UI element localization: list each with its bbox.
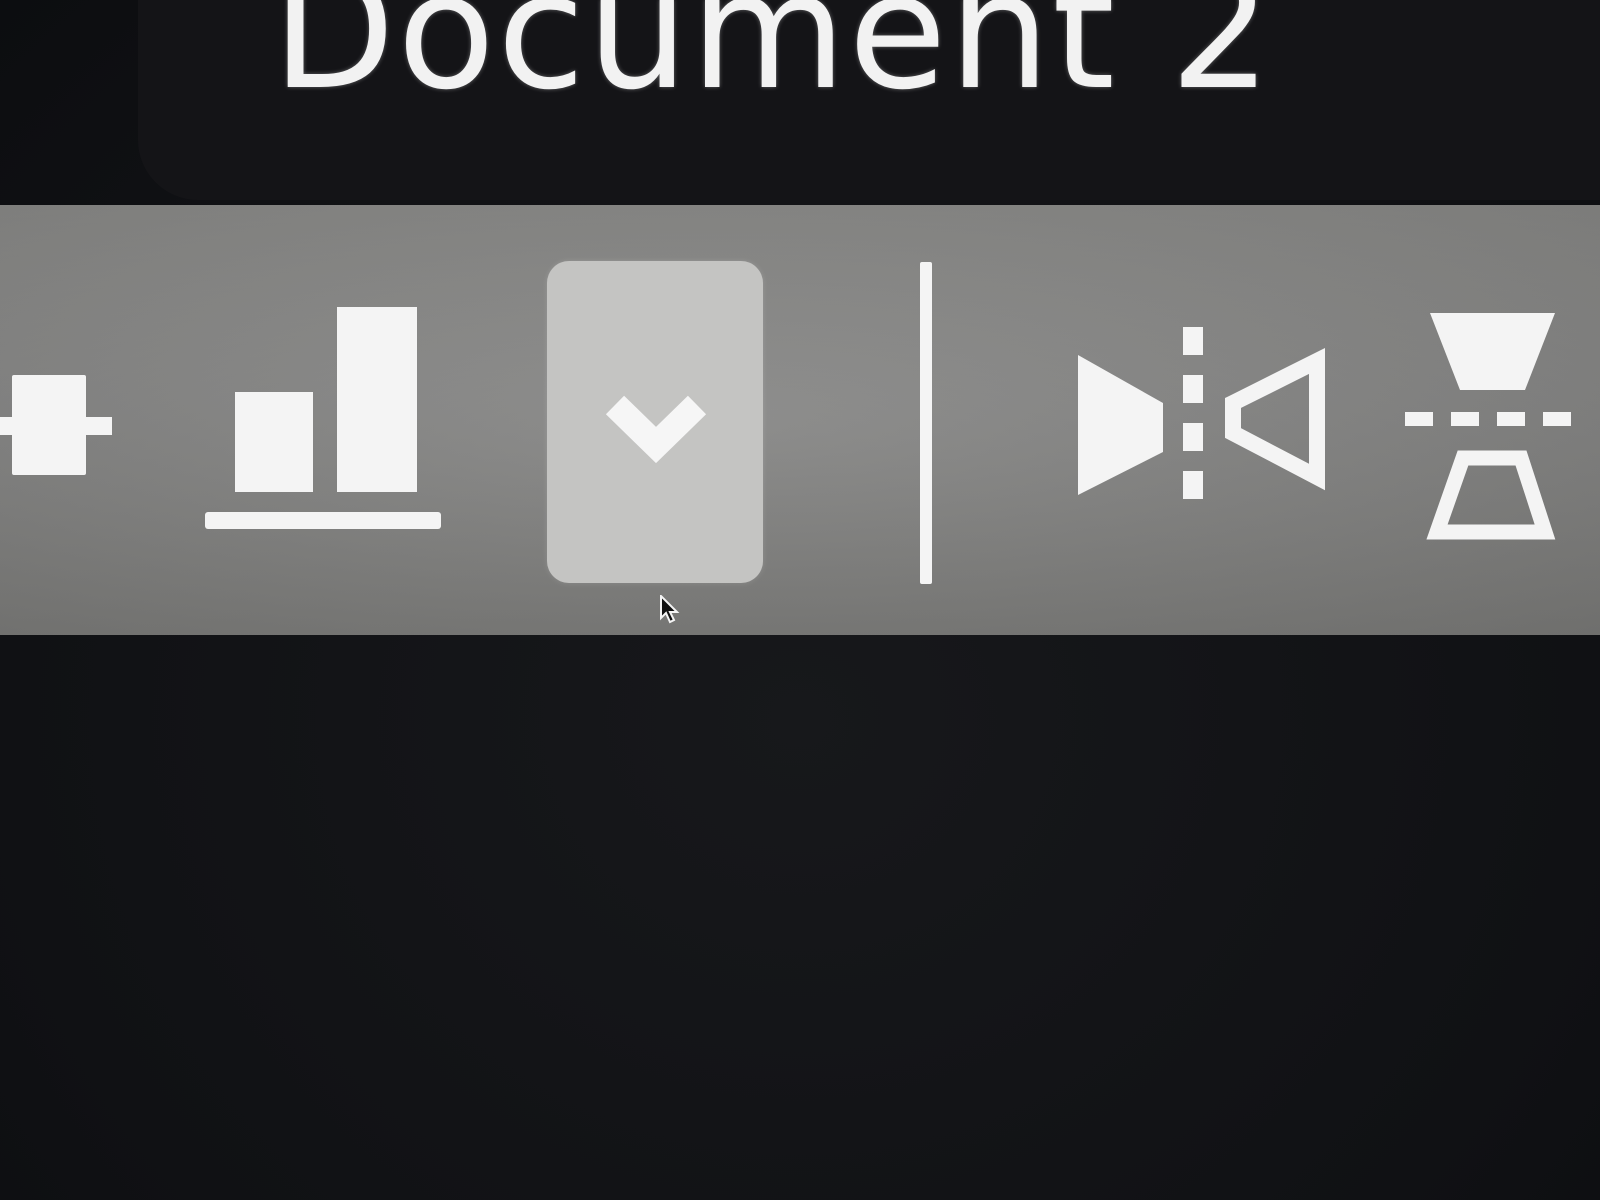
more-options-button[interactable]: [547, 261, 763, 583]
chevron-down-icon: [605, 395, 707, 464]
mouse-cursor-icon: [659, 595, 681, 625]
align-bottom-icon[interactable]: [205, 300, 445, 535]
flip-horizontal-icon[interactable]: [1075, 325, 1335, 520]
distribute-horizontal-icon[interactable]: [0, 375, 120, 475]
toolbar-separator: [920, 262, 932, 584]
document-tab-title: Document 2: [272, 0, 1274, 125]
screen: Document 2: [0, 0, 1600, 1200]
flip-vertical-icon[interactable]: [1405, 310, 1600, 550]
